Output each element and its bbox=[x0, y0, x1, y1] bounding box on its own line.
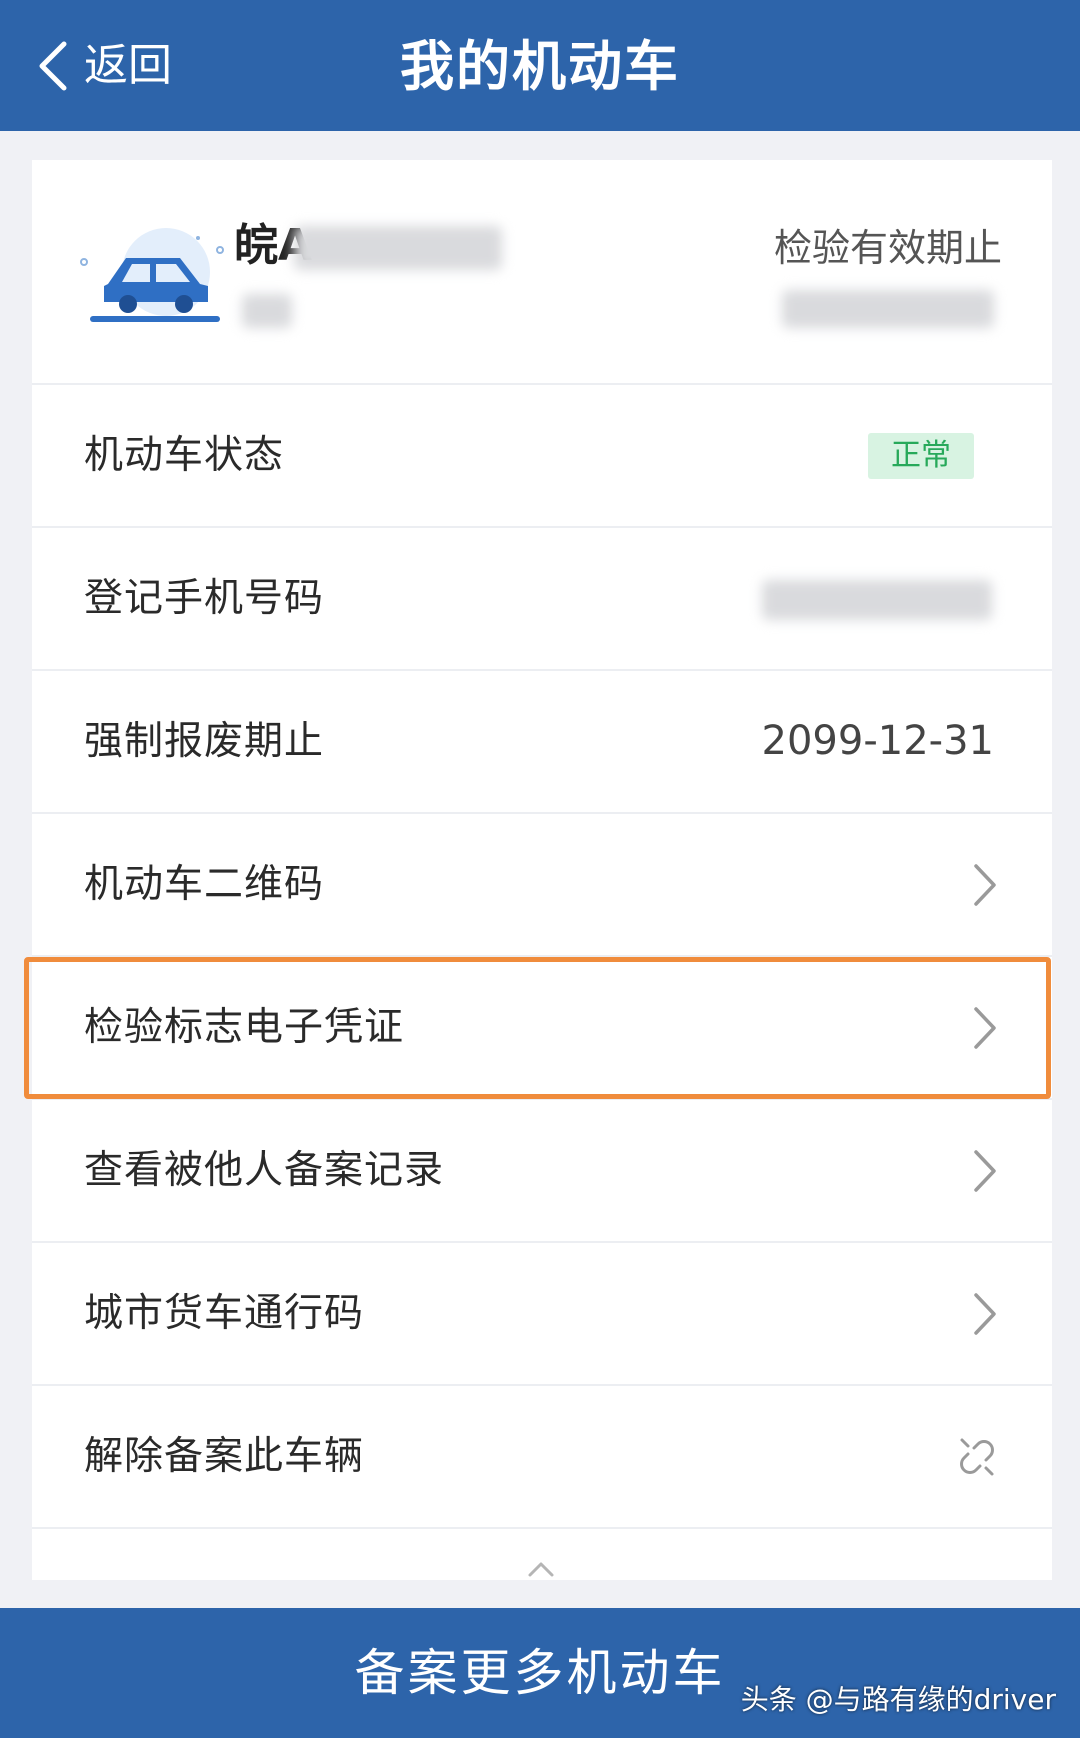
chevron-right-icon bbox=[974, 864, 996, 906]
vehicle-type-redacted bbox=[242, 294, 292, 328]
chevron-right-icon bbox=[974, 1150, 996, 1192]
page-title: 我的机动车 bbox=[400, 35, 680, 98]
row-filing-records-by-others[interactable]: 查看被他人备案记录 bbox=[32, 1100, 1052, 1243]
row-label: 机动车状态 bbox=[84, 433, 285, 478]
row-registered-phone: 登记手机号码 bbox=[32, 528, 1052, 671]
chevron-up-icon[interactable] bbox=[526, 1560, 556, 1578]
inspection-expiry-label: 检验有效期止 bbox=[773, 226, 1002, 270]
row-label: 解除备案此车辆 bbox=[84, 1434, 365, 1479]
row-label: 登记手机号码 bbox=[84, 576, 325, 621]
car-icon bbox=[80, 228, 224, 322]
watermark: 头条 @与路有缘的driver bbox=[740, 1683, 1056, 1716]
row-label: 机动车二维码 bbox=[84, 862, 325, 907]
top-bar: 返回 我的机动车 bbox=[0, 0, 1080, 131]
row-city-truck-pass[interactable]: 城市货车通行码 bbox=[32, 1243, 1052, 1386]
chevron-right-icon bbox=[974, 1007, 996, 1049]
status-badge: 正常 bbox=[868, 433, 974, 479]
scrap-date-value: 2099-12-31 bbox=[761, 718, 994, 764]
row-label: 强制报废期止 bbox=[84, 719, 325, 764]
row-label: 城市货车通行码 bbox=[84, 1291, 365, 1336]
phone-redacted bbox=[762, 580, 992, 620]
vehicle-header: 皖A 检验有效期止 bbox=[32, 160, 1052, 385]
row-unbind-vehicle[interactable]: 解除备案此车辆 bbox=[32, 1386, 1052, 1529]
row-scrap-date: 强制报废期止 2099-12-31 bbox=[32, 671, 1052, 814]
unlink-icon bbox=[960, 1438, 994, 1476]
row-vehicle-status: 机动车状态 正常 bbox=[32, 385, 1052, 528]
row-label: 查看被他人备案记录 bbox=[84, 1148, 445, 1193]
row-label: 检验标志电子凭证 bbox=[84, 1005, 405, 1050]
vehicle-card: 皖A 检验有效期止 机动车状态 正常 登记手机号码 强制报废期止 2099-12… bbox=[32, 160, 1052, 1580]
row-inspection-e-certificate[interactable]: 检验标志电子凭证 bbox=[32, 957, 1052, 1100]
row-vehicle-qrcode[interactable]: 机动车二维码 bbox=[32, 814, 1052, 957]
plate-redacted bbox=[294, 226, 502, 270]
inspection-date-redacted bbox=[782, 290, 994, 328]
chevron-right-icon bbox=[974, 1293, 996, 1335]
